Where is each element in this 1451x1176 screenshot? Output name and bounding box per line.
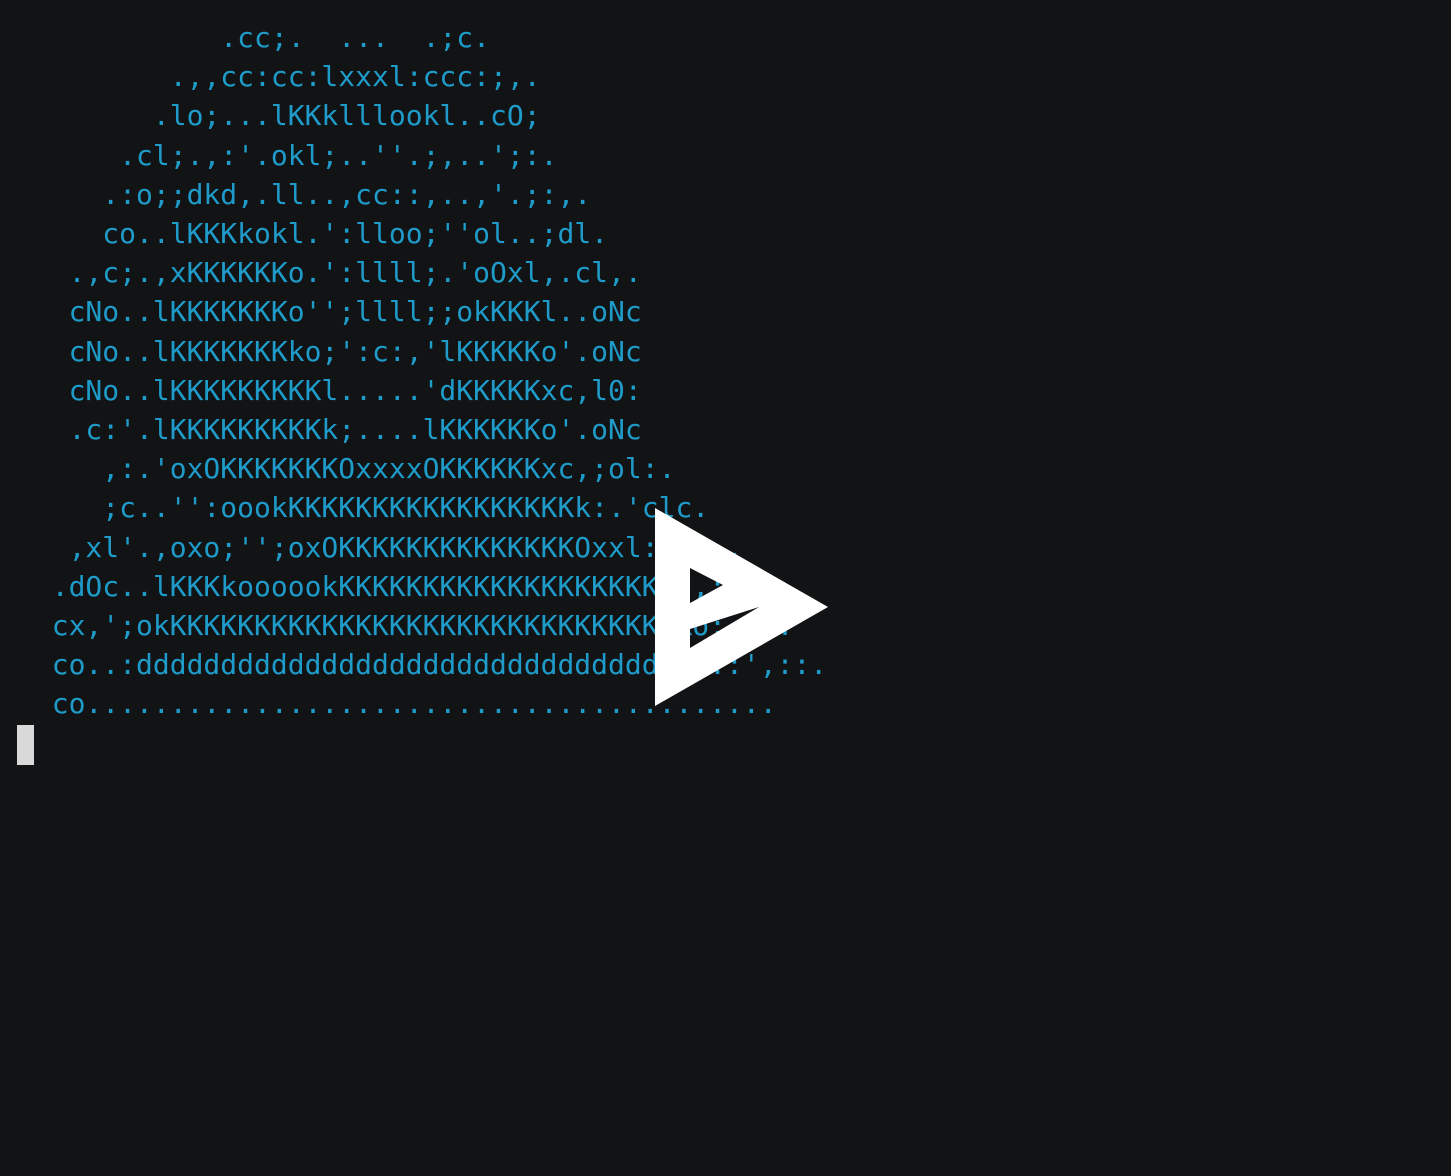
terminal-line: cNo..lKKKKKKKo'';llll;;okKKKl..oNc xyxy=(18,295,642,329)
terminal-line: cNo..lKKKKKKKKKl.....'dKKKKKxc,l0: xyxy=(18,373,642,407)
terminal-line: .cc;. ... .;c. xyxy=(18,21,491,54)
terminal-line: ,xl'.,oxo;'';oxOKKKKKKKKKKKKKKOxxl:::;,. xyxy=(18,530,743,564)
terminal-line: co..lKKKkokl.':lloo;''ol..;dl. xyxy=(18,217,609,251)
terminal-screen: .cc;. ... .;c. .,,cc:cc:lxxxl:ccc:;,. .l… xyxy=(0,0,1451,1176)
terminal-line: .,c;.,xKKKKKKo.':llll;.'oOxl,.cl,. xyxy=(18,256,642,290)
terminal-line: .,,cc:cc:lxxxl:ccc:;,. xyxy=(18,60,541,94)
asciinema-play-icon xyxy=(655,508,828,706)
terminal-line: .:o;;dkd,.ll..,cc::,..,'.;:,. xyxy=(18,177,592,211)
terminal-line: .cl;.,:'.okl;..''.;,..';:. xyxy=(18,138,558,172)
terminal-line: .lo;...lKKklllookl..cO; xyxy=(18,99,541,133)
terminal-cursor xyxy=(17,725,34,765)
terminal-line: .dOc..lKKKkoooookKKKKKKKKKKKKKKKKKKKd;,:… xyxy=(18,569,760,603)
play-button[interactable] xyxy=(655,508,830,708)
terminal-line: .c:'.lKKKKKKKKKk;....lKKKKKKo'.oNc xyxy=(18,413,642,447)
terminal-line: cNo..lKKKKKKKko;':c:,'lKKKKKo'.oNc xyxy=(18,334,642,368)
terminal-line: ;c..'':oookKKKKKKKKKKKKKKKKKk:.'clc. xyxy=(18,491,710,525)
terminal-line: ,:.'oxOKKKKKKKOxxxxOKKKKKKxc,;ol:. xyxy=(18,452,676,486)
